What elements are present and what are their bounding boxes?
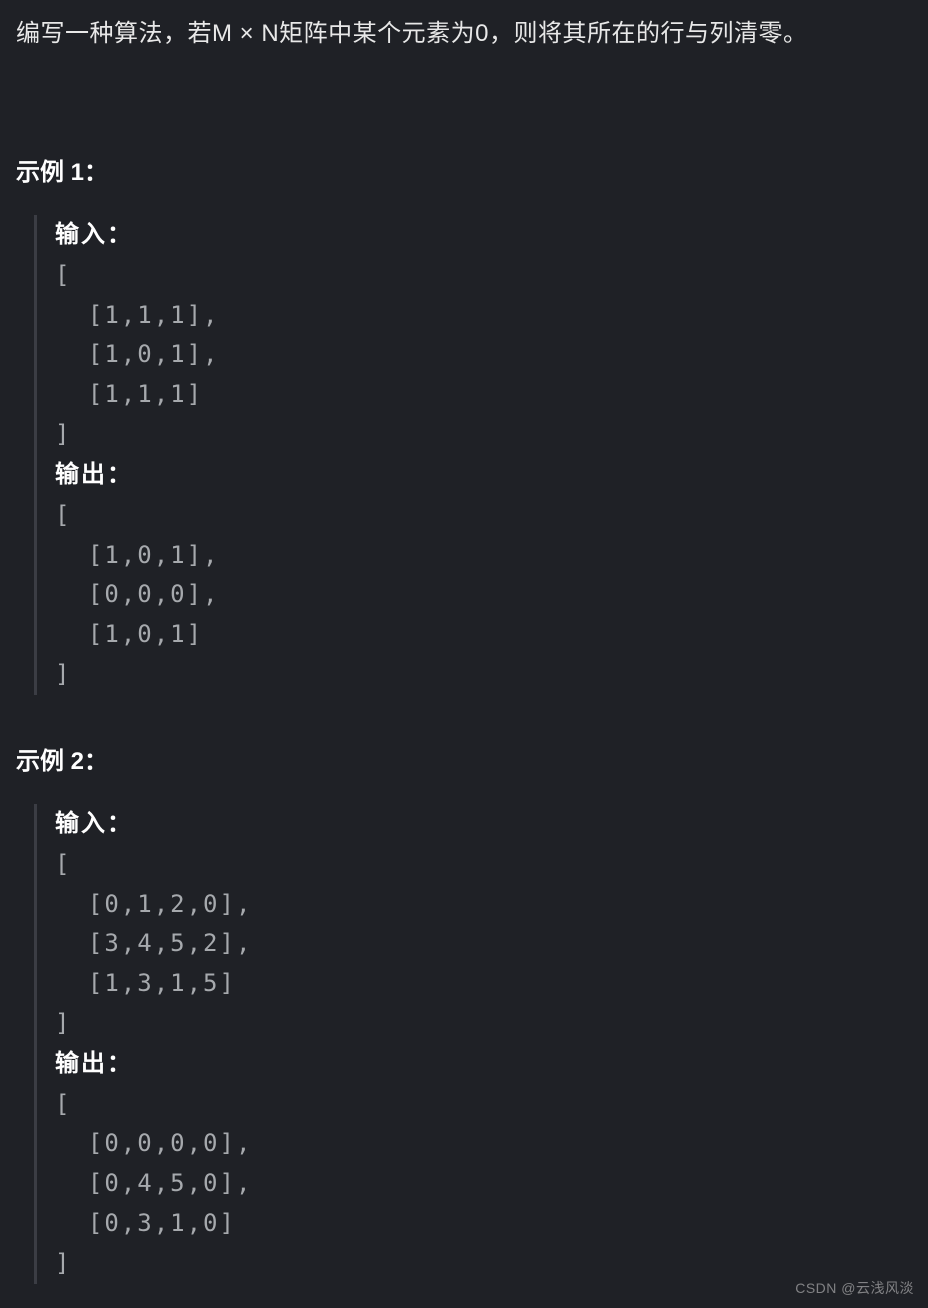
problem-description: 编写一种算法，若M × N矩阵中某个元素为0，则将其所在的行与列清零。 xyxy=(16,16,912,52)
input-line: [ xyxy=(55,256,912,296)
input-line: ] xyxy=(55,1004,912,1044)
output-line: [1,0,1], xyxy=(55,536,912,576)
output-line: [ xyxy=(55,496,912,536)
output-line: ] xyxy=(55,1244,912,1284)
output-line: [0,0,0,0], xyxy=(55,1124,912,1164)
output-line: [1,0,1] xyxy=(55,615,912,655)
input-line: [0,1,2,0], xyxy=(55,885,912,925)
input-line: [ xyxy=(55,845,912,885)
input-line: ] xyxy=(55,415,912,455)
input-line: [1,3,1,5] xyxy=(55,964,912,1004)
watermark-text: CSDN @云浅风淡 xyxy=(795,1278,914,1298)
output-label-2: 输出： xyxy=(55,1044,912,1085)
output-label-1: 输出： xyxy=(55,455,912,496)
output-line: [0,3,1,0] xyxy=(55,1204,912,1244)
example-block-1: 输入： [ [1,1,1], [1,0,1], [1,1,1] ] 输出： [ … xyxy=(34,215,912,695)
input-label-1: 输入： xyxy=(55,215,912,256)
input-line: [3,4,5,2], xyxy=(55,924,912,964)
page-root: 编写一种算法，若M × N矩阵中某个元素为0，则将其所在的行与列清零。 示例 1… xyxy=(0,0,928,1308)
example-block-2: 输入： [ [0,1,2,0], [3,4,5,2], [1,3,1,5] ] … xyxy=(34,804,912,1284)
input-label-2: 输入： xyxy=(55,804,912,845)
example-heading-1: 示例 1： xyxy=(16,152,912,187)
input-line: [1,1,1] xyxy=(55,375,912,415)
input-line: [1,1,1], xyxy=(55,296,912,336)
output-line: [0,0,0], xyxy=(55,575,912,615)
output-line: ] xyxy=(55,655,912,695)
example-heading-2: 示例 2： xyxy=(16,741,912,776)
output-line: [ xyxy=(55,1085,912,1125)
input-line: [1,0,1], xyxy=(55,335,912,375)
output-line: [0,4,5,0], xyxy=(55,1164,912,1204)
